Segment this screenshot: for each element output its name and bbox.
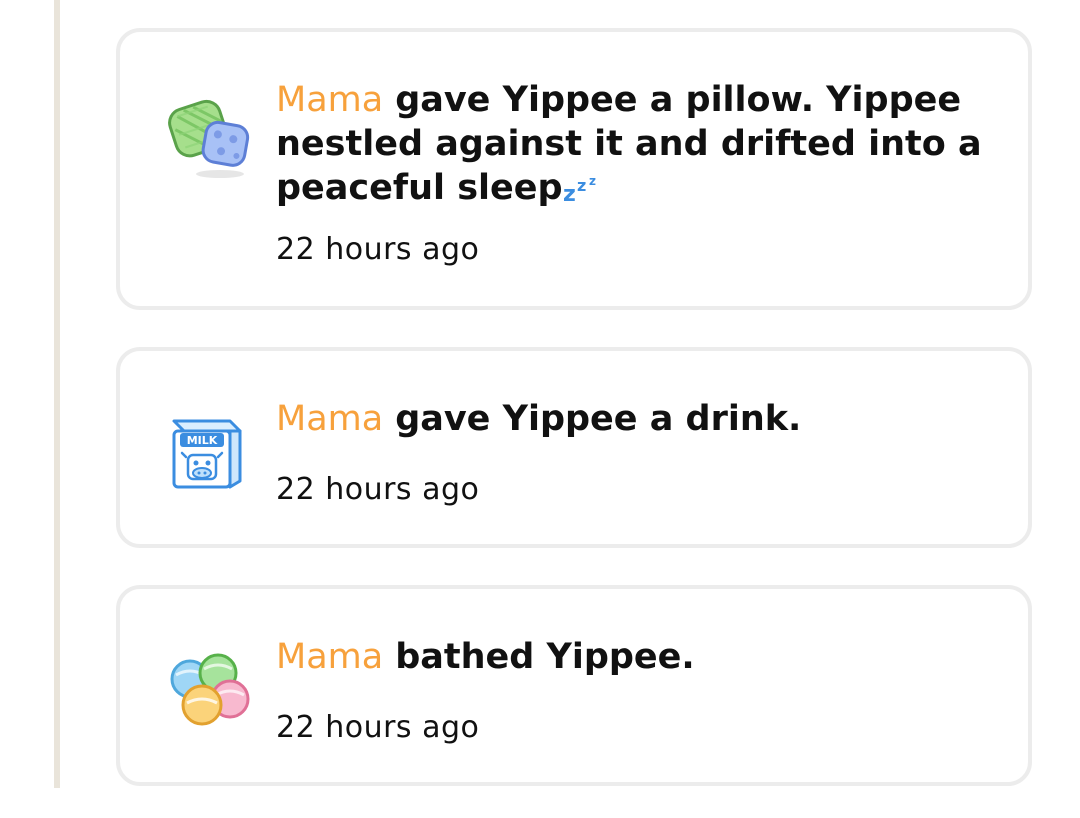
feed-item: MILK Mama gave Yippee a drink. 22 hours a… — [116, 347, 1032, 548]
feed-item-text: Mama gave Yippee a drink. — [276, 397, 988, 441]
feed-item-message: bathed Yippee. — [395, 637, 695, 677]
svg-text:z: z — [589, 174, 596, 188]
feed-item-message: gave Yippee a drink. — [395, 399, 802, 439]
actor-name[interactable]: Mama — [276, 80, 383, 120]
milk-carton-icon: MILK — [160, 401, 256, 497]
timestamp: 22 hours ago — [276, 232, 480, 267]
svg-text:z: z — [577, 176, 586, 195]
bath-bombs-icon — [160, 639, 256, 735]
zzz-icon: z z z — [563, 173, 607, 203]
actor-name[interactable]: Mama — [276, 637, 383, 677]
actor-name[interactable]: Mama — [276, 399, 383, 439]
timestamp: 22 hours ago — [276, 710, 480, 745]
feed-item: Mama bathed Yippee. 22 hours ago — [116, 585, 1032, 786]
svg-text:z: z — [563, 182, 576, 203]
timestamp: 22 hours ago — [276, 472, 480, 507]
feed-item-text: Mama gave Yippee a pillow. Yippee nestled… — [276, 78, 988, 210]
svg-text:MILK: MILK — [187, 434, 218, 447]
feed-item: Mama gave Yippee a pillow. Yippee nestled… — [116, 28, 1032, 310]
pillow-icon — [160, 88, 256, 184]
feed-item-text: Mama bathed Yippee. — [276, 635, 988, 679]
timeline-line — [54, 0, 60, 788]
